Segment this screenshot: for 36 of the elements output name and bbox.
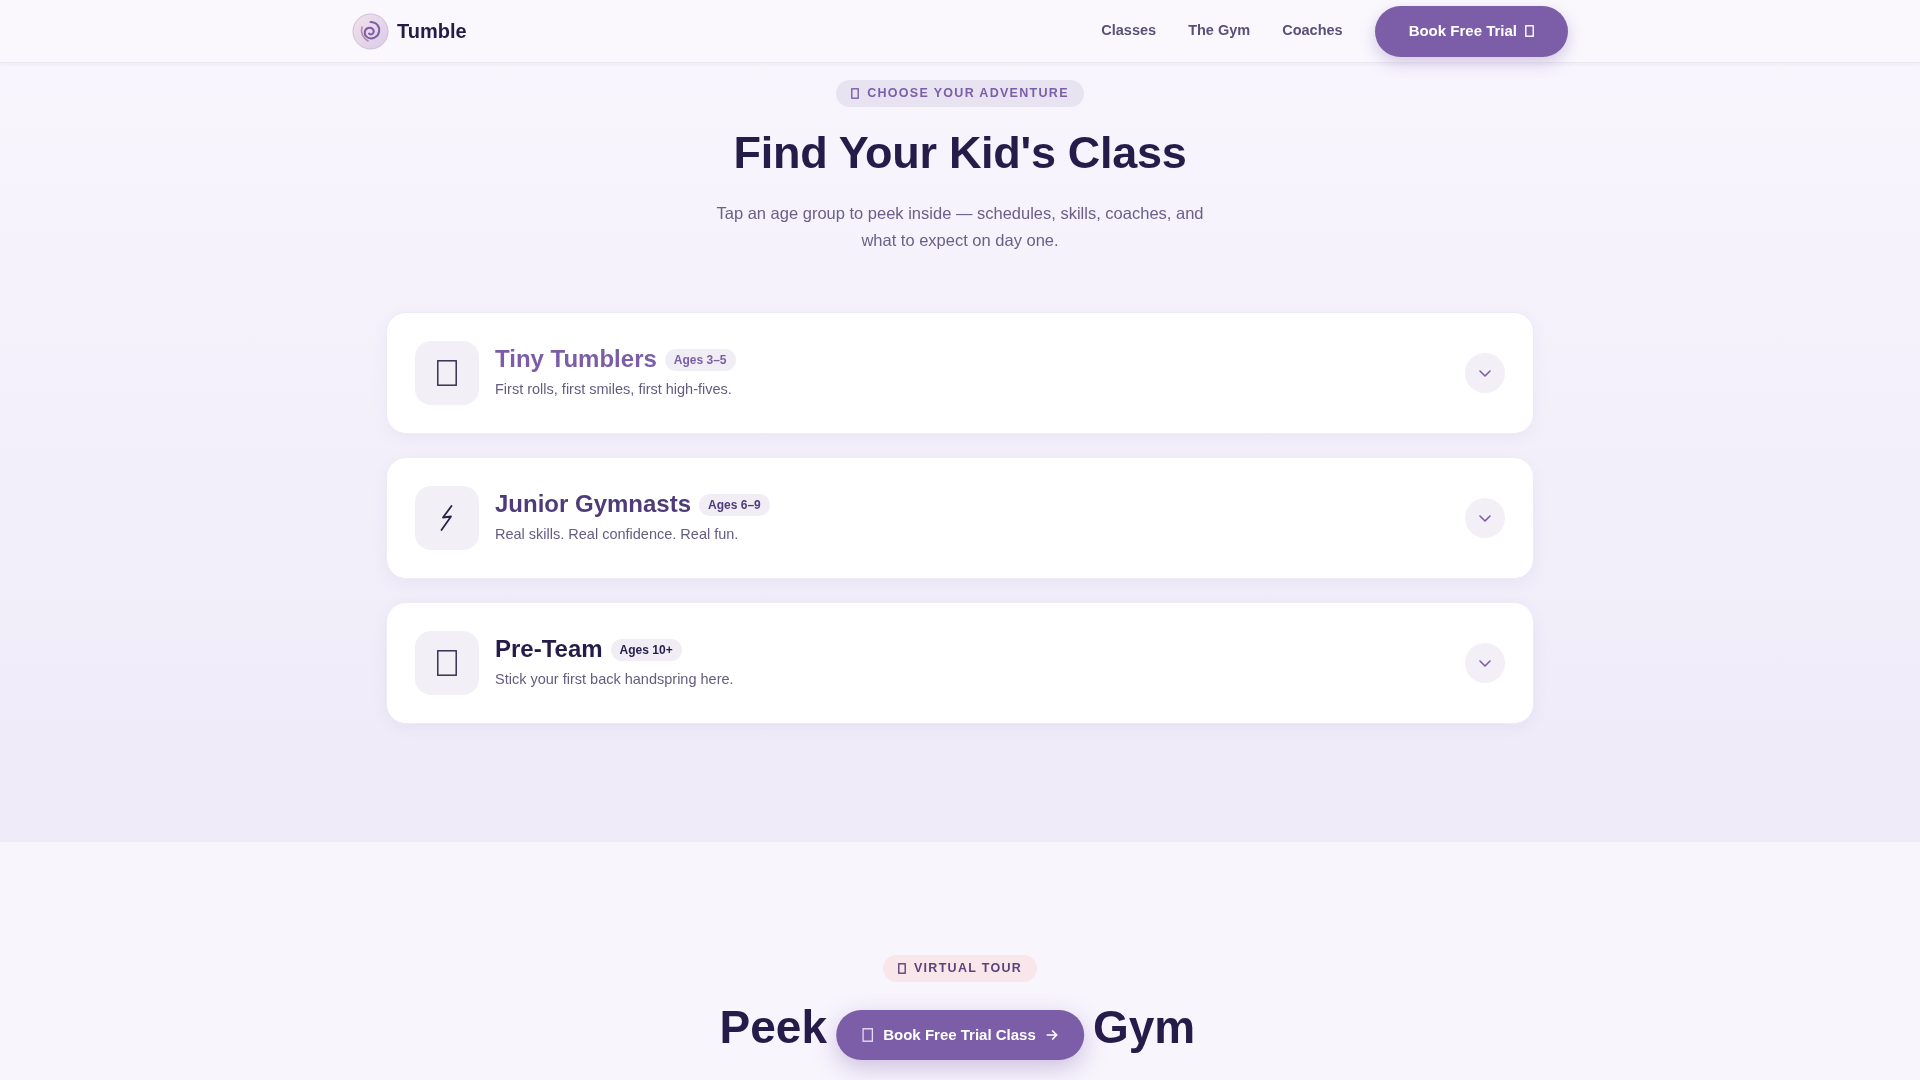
age-range-tag: Ages 10+ — [610, 638, 682, 661]
swirl-logo-icon[interactable] — [352, 12, 389, 50]
rectangle-icon — [862, 1028, 874, 1042]
brand-name[interactable]: Tumble — [397, 16, 467, 46]
age-range-tag: Ages 6–9 — [699, 493, 770, 516]
lightning-bolt-icon — [415, 486, 479, 550]
class-title: Tiny Tumblers — [495, 345, 657, 374]
book-trial-button[interactable]: Book Free Trial — [1374, 5, 1568, 57]
class-tagline: Real skills. Real confidence. Real fun. — [495, 525, 740, 544]
rectangle-icon — [851, 88, 860, 99]
eyebrow-label: VIRTUAL TOUR — [913, 960, 1023, 978]
section-heading: Peek — [719, 1000, 827, 1055]
section-description: Tap an age group to peek inside — schedules, skills, coaches, and what to expect on day one. — [715, 203, 1205, 251]
rectangle-icon — [897, 963, 906, 974]
nav-link[interactable]: Coaches — [1282, 20, 1343, 42]
class-card[interactable]: Junior Gymnasts Ages 6–9 Real skills. Real confidence. Real fun. — [386, 457, 1534, 579]
nav-link[interactable]: The Gym — [1188, 20, 1251, 42]
rectangle-icon — [1525, 25, 1534, 37]
section-heading: Find Your Kid's Class — [732, 126, 1188, 180]
class-tagline: First rolls, first smiles, first high-fives. — [495, 380, 733, 399]
class-card[interactable]: Tiny Tumblers Ages 3–5 First rolls, first smiles, first high-fives. — [386, 312, 1534, 434]
class-title: Junior Gymnasts — [495, 490, 692, 519]
rectangle-icon — [415, 341, 479, 405]
class-tagline: Stick your first back handspring here. — [495, 670, 734, 689]
eyebrow-label: CHOOSE YOUR ADVENTURE — [867, 85, 1069, 103]
expand-button[interactable] — [1465, 353, 1505, 393]
age-range-tag: Ages 3–5 — [664, 348, 736, 371]
class-card[interactable]: Pre-Team Ages 10+ Stick your first back handspring here. — [386, 602, 1534, 724]
expand-button[interactable] — [1465, 643, 1505, 683]
nav-link[interactable]: Classes — [1101, 20, 1157, 42]
arrow-right-icon — [1045, 1030, 1058, 1040]
rectangle-icon — [415, 631, 479, 695]
class-title: Pre-Team — [495, 635, 603, 664]
book-trial-class-button[interactable]: Book Free Trial Class — [836, 1010, 1084, 1060]
expand-button[interactable] — [1465, 498, 1505, 538]
section-heading: Gym — [1093, 1000, 1196, 1055]
